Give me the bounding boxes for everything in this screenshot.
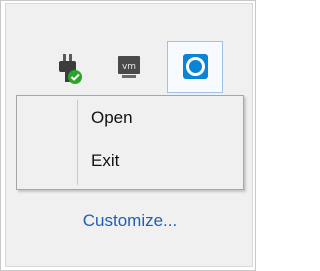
app-circle-icon[interactable] bbox=[167, 41, 223, 93]
tray-icons-row: vm bbox=[6, 41, 252, 94]
menu-item-exit[interactable]: Exit bbox=[19, 141, 241, 181]
menu-item-exit-label: Exit bbox=[91, 151, 120, 170]
tray-context-menu: Open Exit bbox=[16, 95, 244, 190]
vmware-tray-icon[interactable]: vm bbox=[106, 46, 150, 90]
menu-item-open[interactable]: Open bbox=[19, 98, 241, 138]
customize-link[interactable]: Customize... bbox=[6, 211, 254, 231]
tray-overflow-flyout: vm Open Exit Customize... bbox=[0, 0, 256, 271]
svg-text:vm: vm bbox=[122, 62, 136, 72]
tray-panel: vm Open Exit Customize... bbox=[5, 3, 253, 267]
menu-item-open-label: Open bbox=[91, 108, 133, 127]
usb-plug-check-icon[interactable] bbox=[46, 46, 90, 90]
